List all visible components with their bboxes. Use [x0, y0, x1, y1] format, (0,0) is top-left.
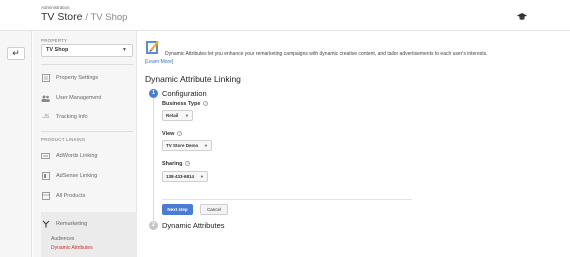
admin-sidebar: PROPERTY TV Shop ▼ Property Settings Use… [33, 31, 137, 257]
sidebar-subitem-dynamic-attributes[interactable]: Dynamic Attributes [51, 245, 93, 251]
step-1-title: Configuration [162, 89, 207, 98]
intro-description: Dynamic Attributes let you enhance your … [165, 51, 488, 57]
sidebar-item-all-products[interactable]: All Products [41, 190, 85, 202]
chevron-down-icon: ▼ [204, 143, 208, 148]
sidebar-item-label: Property Settings [56, 75, 99, 81]
actions-divider [162, 199, 412, 200]
help-icon[interactable]: ? [185, 161, 191, 167]
step-2-title: Dynamic Attributes [162, 221, 225, 230]
sidebar-item-property-settings[interactable]: Property Settings [41, 72, 98, 84]
sidebar-item-label: Tracking Info [56, 114, 88, 120]
sidebar-item-adsense-linking[interactable]: AdSense Linking [41, 170, 97, 182]
main-content: Dynamic Attributes let you enhance your … [145, 36, 565, 257]
graduation-cap-icon[interactable] [517, 13, 527, 21]
chevron-down-icon: ▼ [200, 174, 204, 179]
sidebar-item-label: All Products [56, 193, 86, 199]
step-2-indicator: 2 [149, 221, 158, 230]
sharing-value: 138-433-6814 [166, 174, 195, 179]
help-icon[interactable]: ? [203, 101, 209, 107]
next-step-button[interactable]: Next step [162, 204, 193, 215]
sharing-label: Sharing? [162, 161, 191, 167]
step-1-indicator: 1 [149, 89, 158, 98]
page-title: TV Store / TV Shop [41, 11, 127, 23]
help-icon[interactable]: ? [177, 131, 183, 137]
remarketing-icon [41, 220, 50, 229]
sidebar-divider [41, 64, 133, 65]
business-type-dropdown[interactable]: Retail ▼ [162, 110, 193, 121]
sidebar-item-label: Remarketing [56, 221, 88, 227]
dynamic-attributes-icon [146, 41, 159, 54]
view-label: View? [162, 131, 183, 137]
back-arrow-icon: ↵ [12, 48, 20, 58]
sidebar-item-label: AdSense Linking [56, 173, 98, 179]
business-type-label: Business Type? [162, 101, 209, 107]
property-label: PROPERTY [41, 38, 68, 43]
sidebar-item-tracking-info[interactable]: .JS Tracking Info [41, 111, 88, 123]
breadcrumb[interactable]: Administration [41, 5, 70, 10]
account-name: TV Store [41, 11, 83, 23]
business-type-label-text: Business Type [162, 101, 201, 107]
all-products-icon [41, 192, 50, 201]
view-dropdown[interactable]: TV Store Demo ▼ [162, 140, 212, 151]
sidebar-item-label: AdWords Linking [56, 153, 98, 159]
sidebar-item-remarketing[interactable]: Remarketing [41, 218, 87, 230]
property-settings-icon [41, 74, 50, 83]
sidebar-item-label: User Management [56, 95, 102, 101]
adsense-icon [41, 172, 50, 181]
cancel-button[interactable]: Cancel [200, 204, 228, 215]
step-timeline [153, 96, 154, 221]
property-selector[interactable]: TV Shop ▼ [41, 44, 133, 57]
chevron-down-icon: ▼ [122, 47, 127, 53]
sidebar-item-adwords-linking[interactable]: AdWords Linking [41, 150, 97, 162]
chevron-down-icon: ▼ [185, 113, 189, 118]
sidebar-divider [41, 131, 133, 132]
adwords-icon [41, 152, 50, 161]
product-linking-label: PRODUCT LINKING [41, 137, 86, 142]
sidebar-item-user-management[interactable]: User Management [41, 92, 101, 104]
back-button[interactable]: ↵ [7, 47, 25, 60]
sharing-dropdown[interactable]: 138-433-6814 ▼ [162, 171, 208, 182]
users-icon [41, 94, 50, 103]
section-title: Dynamic Attribute Linking [145, 74, 241, 84]
business-type-value: Retail [166, 113, 179, 118]
view-value: TV Store Demo [166, 143, 199, 148]
learn-more-link[interactable]: [Learn More] [145, 59, 173, 65]
header-bar: Administration TV Store / TV Shop [0, 0, 570, 31]
view-label-text: View [162, 131, 175, 137]
property-name: / TV Shop [85, 12, 128, 23]
property-selector-value: TV Shop [46, 47, 69, 53]
left-rail: ↵ [0, 31, 32, 257]
sharing-label-text: Sharing [162, 161, 183, 167]
js-icon: .JS [41, 114, 50, 120]
sidebar-subitem-audiences[interactable]: Audiences [51, 236, 74, 242]
